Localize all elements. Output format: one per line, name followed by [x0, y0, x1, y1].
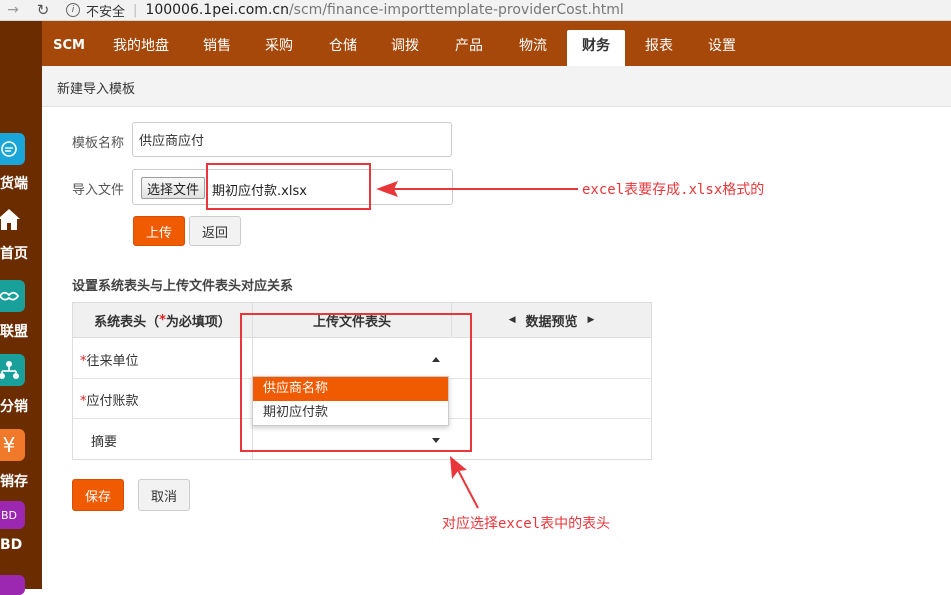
annotation-file-note: excel表要存成.xlsx格式的 [582, 182, 765, 198]
annotation-arrow-line [457, 469, 479, 509]
annotation-arrow-head [450, 456, 467, 479]
annotation-arrows [376, 181, 578, 509]
annotation-header-note: 对应选择excel表中的表头 [442, 516, 611, 532]
